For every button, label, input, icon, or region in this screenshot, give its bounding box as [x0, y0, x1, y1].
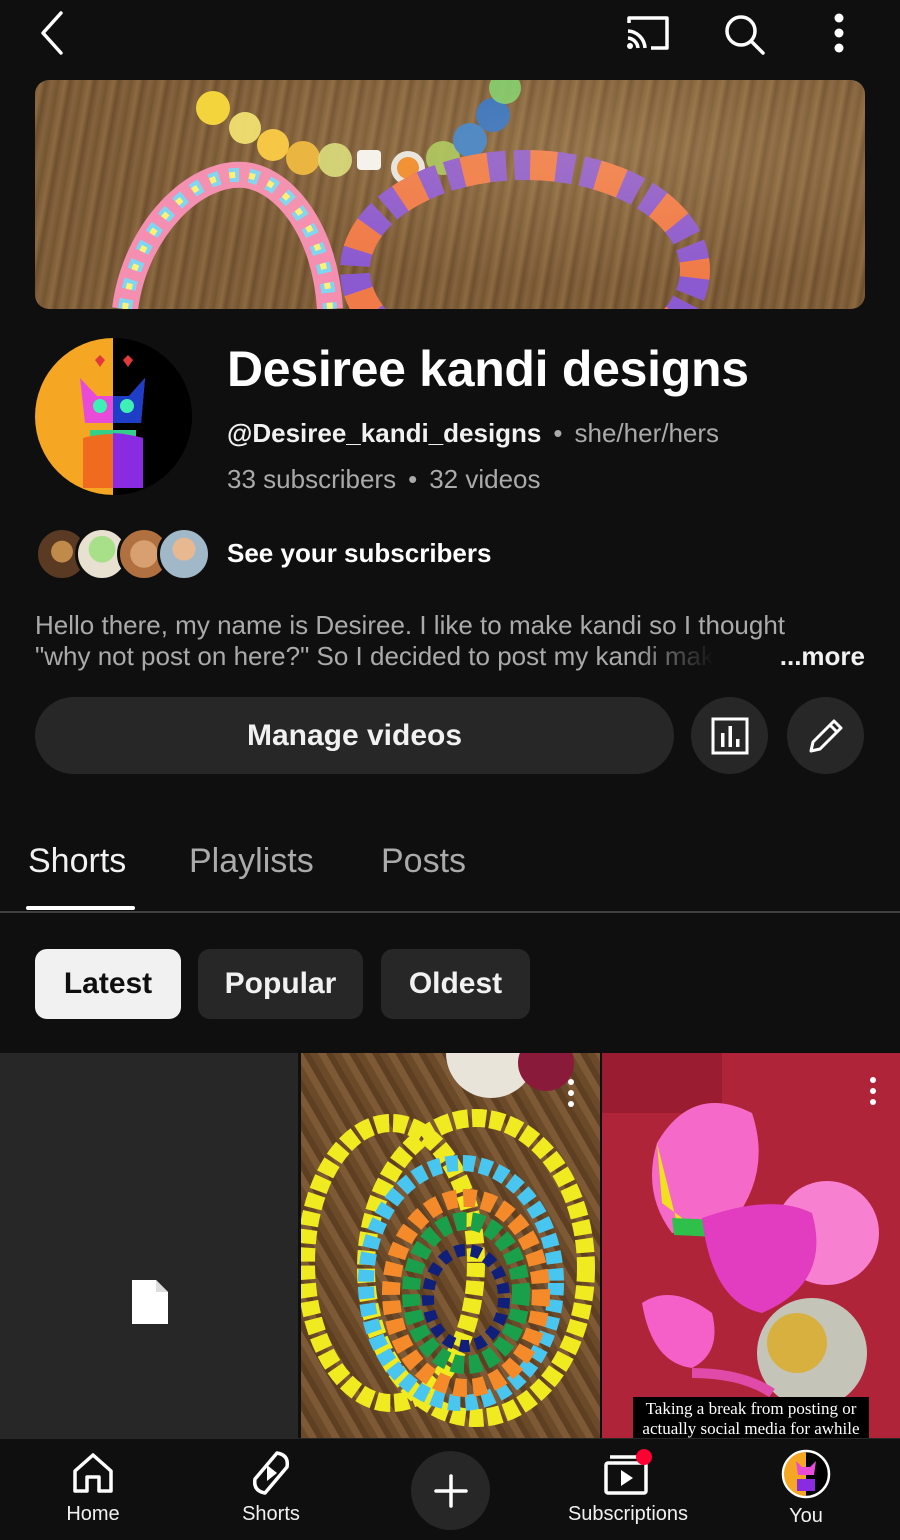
create-button[interactable] — [411, 1451, 490, 1530]
channel-avatar[interactable] — [35, 338, 192, 495]
search-icon — [725, 15, 765, 55]
description-line: "why not post on here?" So I decided to … — [35, 641, 714, 671]
nav-shorts[interactable]: Shorts — [191, 1449, 351, 1526]
more-options-button[interactable] — [820, 10, 858, 56]
short-more-icon[interactable] — [869, 1077, 877, 1105]
more-vertical-icon — [834, 13, 844, 53]
description-line: Hello there, my name is Desiree. I like … — [35, 610, 786, 640]
cast-icon — [627, 16, 669, 50]
description-line-row: "why not post on here?" So I decided to … — [35, 641, 865, 672]
back-button[interactable] — [30, 8, 74, 58]
nav-label: Subscriptions — [567, 1503, 689, 1525]
search-button[interactable] — [720, 10, 768, 58]
channel-name: Desiree kandi designs — [227, 341, 749, 397]
short-caption: Taking a break from posting or actually … — [633, 1397, 869, 1439]
channel-description[interactable]: Hello there, my name is Desiree. I like … — [35, 610, 865, 672]
tab-shorts[interactable]: Shorts — [28, 842, 126, 881]
channel-handle-row: @Desiree_kandi_designs • she/her/hers — [227, 418, 719, 449]
chip-oldest[interactable]: Oldest — [381, 949, 530, 1019]
tabs-divider — [0, 911, 900, 913]
tab-posts[interactable]: Posts — [381, 842, 466, 881]
nav-label: Shorts — [242, 1503, 300, 1525]
short-thumbnail[interactable] — [602, 1053, 900, 1438]
nav-label: Home — [66, 1503, 120, 1525]
subscriber-avatar — [157, 527, 211, 581]
nav-you[interactable]: You — [726, 1449, 886, 1528]
plus-icon — [433, 1473, 468, 1508]
active-tab-indicator — [26, 906, 135, 910]
manage-videos-button[interactable]: Manage videos — [35, 697, 674, 774]
analytics-icon — [711, 717, 748, 754]
nav-label: You — [789, 1505, 823, 1527]
short-thumbnail[interactable] — [301, 1053, 600, 1438]
tab-playlists[interactable]: Playlists — [189, 842, 314, 881]
shorts-icon — [252, 1451, 290, 1495]
nav-subscriptions[interactable]: Subscriptions — [548, 1449, 708, 1526]
chip-popular[interactable]: Popular — [198, 949, 363, 1019]
avatar — [781, 1449, 831, 1499]
separator-dot: • — [553, 418, 563, 448]
home-icon — [73, 1453, 113, 1493]
analytics-button[interactable] — [691, 697, 768, 774]
nav-home[interactable]: Home — [13, 1449, 173, 1526]
channel-stats: 33 subscribers • 32 videos — [227, 464, 541, 495]
channel-pronouns: she/her/hers — [574, 418, 720, 448]
chip-latest[interactable]: Latest — [35, 949, 181, 1019]
channel-handle: @Desiree_kandi_designs — [227, 418, 542, 448]
short-more-icon[interactable] — [567, 1079, 575, 1107]
bottom-navigation: Home Shorts Subscriptions You — [0, 1438, 900, 1540]
chevron-left-icon — [41, 11, 63, 55]
subscriber-count: 33 subscribers — [227, 464, 397, 494]
pencil-icon — [809, 719, 842, 752]
channel-banner — [35, 80, 865, 309]
edit-channel-button[interactable] — [787, 697, 864, 774]
document-icon — [132, 1280, 168, 1324]
short-thumbnail[interactable] — [0, 1053, 298, 1438]
see-subscribers-link[interactable]: See your subscribers — [227, 538, 491, 569]
video-count: 32 videos — [429, 464, 541, 494]
more-link[interactable]: ...more — [780, 641, 865, 672]
top-app-bar — [0, 0, 900, 72]
subscriptions-icon — [604, 1449, 652, 1495]
cast-button[interactable] — [622, 12, 672, 54]
separator-dot: • — [408, 464, 418, 494]
